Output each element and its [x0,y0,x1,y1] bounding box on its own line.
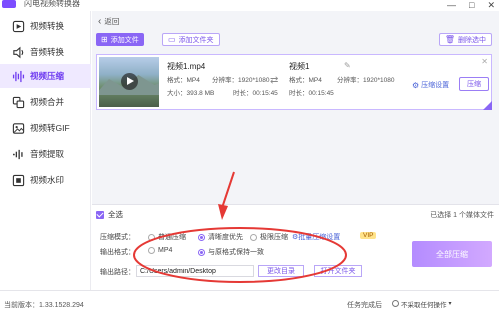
selected-count: 已选择 1 个媒体文件 [430,212,494,219]
source-duration: 时长：00:15:45 [233,90,278,97]
sidebar-item-label: 视频水印 [30,175,65,185]
batch-compress-settings-link[interactable]: ⚙ 批量压缩设置 [292,232,340,242]
mode-option-normal[interactable]: 普通压缩 [148,232,186,242]
chevron-left-icon: ‹ [98,16,102,27]
select-all-checkbox[interactable]: 全选 [96,209,123,220]
audio-convert-icon [10,44,26,60]
close-icon[interactable]: ✕ [481,57,488,66]
source-format: 格式：MP4 [167,77,200,84]
convert-arrow-icon: ⇄ [270,75,279,86]
batch-settings-label: 批量压缩设置 [298,234,341,241]
sidebar-item-video-gif[interactable]: 视频转GIF [0,116,91,140]
sidebar-item-video-convert[interactable]: 视频转换 [0,14,91,38]
video-merge-icon [10,94,26,110]
delete-selected-button[interactable]: 🗑 删除选中 [438,33,492,46]
output-format: 格式：MP4 [289,77,322,84]
add-folder-label: 添加文件夹 [178,36,214,44]
sidebar-item-label: 视频合并 [30,97,65,107]
close-icon[interactable]: ✕ [487,0,495,11]
power-icon [392,300,399,307]
maximize-icon[interactable]: □ [469,0,474,11]
add-file-label: 添加文件 [110,36,139,44]
window-controls: — □ ✕ [447,0,495,11]
sidebar-item-video-watermark[interactable]: 视频水印 [0,168,91,192]
mode-option-label: 极限压缩 [260,234,288,241]
file-card[interactable]: 视频1.mp4 格式：MP4 分辨率：1920*1080 大小：393.8 MB… [96,54,492,110]
sidebar: 视频转换 音频转换 视频压缩 视频合并 视频转GIF 音频提取 视频水印 [0,11,91,290]
output-duration: 时长：00:15:45 [289,90,334,97]
audio-extract-icon [10,146,26,162]
format-option-label: 与原格式保持一致 [208,249,264,256]
title-bar: 闪电视频转换器 — □ ✕ [0,0,499,11]
version-text: 当前版本：1.33.1528.294 [4,302,84,309]
app-title: 闪电视频转换器 [24,0,80,8]
add-file-button[interactable]: ⊞ 添加文件 [96,33,144,46]
add-folder-icon: ▭ [168,35,176,44]
edit-name-icon[interactable]: ✎ [344,61,351,70]
back-link[interactable]: ‹ 返回 [98,16,119,27]
radio-icon [148,233,155,241]
after-task-select[interactable]: 不采取任何操作 ▾ [392,298,472,309]
compress-mode-label: 压缩模式： [100,234,135,241]
video-convert-icon [10,18,26,34]
chevron-down-icon: ▾ [448,301,452,307]
source-resolution: 分辨率：1920*1080 [212,77,270,84]
sidebar-item-audio-extract[interactable]: 音频提取 [0,142,91,166]
delete-selected-label: 删除选中 [458,36,486,44]
format-option-mp4[interactable]: MP4 [148,247,172,254]
output-resolution: 分辨率：1920*1080 [337,77,395,84]
sidebar-item-audio-convert[interactable]: 音频转换 [0,40,91,64]
minimize-icon[interactable]: — [447,0,456,11]
app-logo [2,0,16,8]
compress-settings-link[interactable]: ⚙ 压缩设置 [412,80,449,90]
format-option-same[interactable]: 与原格式保持一致 [198,247,264,257]
sidebar-item-video-compress[interactable]: 视频压缩 [0,64,91,88]
add-file-icon: ⊞ [101,35,108,44]
sidebar-item-video-merge[interactable]: 视频合并 [0,90,91,114]
trash-icon: 🗑 [444,35,455,44]
compress-button[interactable]: 压缩 [459,77,489,91]
change-directory-button[interactable]: 更改目录 [258,265,304,277]
settings-panel: 全选 已选择 1 个媒体文件 压缩模式： 普通压缩 清晰度优先 极限压缩 ⚙ 批… [92,204,499,290]
mode-option-label: 普通压缩 [158,234,186,241]
mode-option-label: 清晰度优先 [208,234,243,241]
source-file-name: 视频1.mp4 [167,62,206,71]
add-folder-button[interactable]: ▭ 添加文件夹 [162,33,220,46]
open-folder-button[interactable]: 打开文件夹 [314,265,362,277]
radio-icon [148,247,155,254]
output-file-name: 视频1 [289,62,310,71]
after-task-label: 任务完成后 [347,302,382,309]
radio-icon [250,233,257,241]
sidebar-item-label: 视频转GIF [30,123,70,133]
gif-icon [10,120,26,136]
back-label: 返回 [104,17,120,26]
radio-selected-icon [198,233,205,241]
format-option-label: MP4 [158,247,173,254]
after-task-value: 不采取任何操作 [401,301,447,309]
video-thumbnail[interactable] [99,57,159,107]
selected-corner-marker [483,101,492,110]
checkbox-checked-icon [96,210,104,219]
video-compress-icon [10,68,26,84]
output-format-label: 输出格式： [100,249,135,256]
sidebar-item-label: 音频提取 [30,149,65,159]
watermark-icon [10,172,26,188]
select-all-label: 全选 [108,210,123,219]
mode-option-extreme[interactable]: 极限压缩 [250,232,288,242]
status-bar: 当前版本：1.33.1528.294 任务完成后 不采取任何操作 ▾ [0,290,499,317]
mode-option-clarity[interactable]: 清晰度优先 [198,232,243,242]
output-path-label: 输出路径： [100,269,135,276]
compress-settings-label: 压缩设置 [421,82,450,89]
source-size: 大小：393.8 MB [167,90,215,97]
radio-selected-icon [198,248,205,256]
sidebar-item-label: 视频压缩 [30,71,65,81]
vip-badge: VIP [360,232,377,239]
sidebar-item-label: 音频转换 [30,47,65,57]
settings-icon: ⚙ [412,80,420,90]
compress-all-button[interactable]: 全部压缩 [412,241,492,267]
output-path-input[interactable] [136,265,254,277]
sidebar-item-label: 视频转换 [30,21,65,31]
play-icon[interactable] [121,73,138,90]
